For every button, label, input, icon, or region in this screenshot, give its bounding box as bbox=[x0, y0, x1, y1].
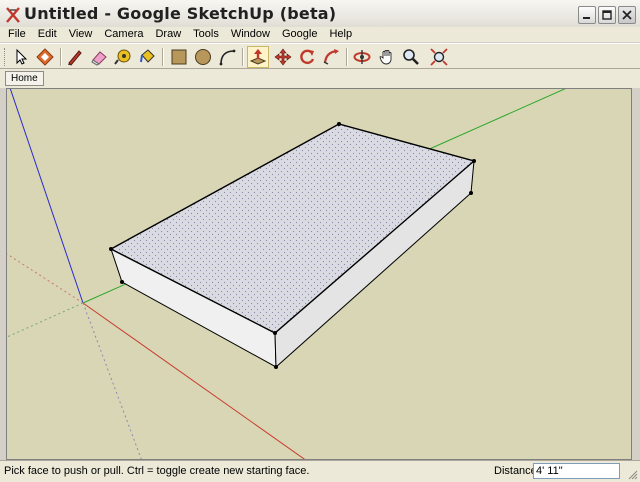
toolbar-separator bbox=[60, 48, 62, 66]
pencil-line-icon bbox=[68, 50, 82, 66]
arc-tool-button[interactable] bbox=[216, 46, 238, 68]
paint-bucket-icon bbox=[140, 49, 155, 63]
paint-bucket-tool-button[interactable] bbox=[136, 46, 158, 68]
toolbar-grip[interactable] bbox=[4, 48, 7, 66]
green-axis-negative bbox=[7, 302, 84, 338]
zoom-tool-button[interactable] bbox=[400, 46, 422, 68]
status-message: Pick face to push or pull. Ctrl = toggle… bbox=[4, 465, 310, 477]
move-icon bbox=[274, 48, 292, 66]
make-component-button[interactable] bbox=[34, 46, 56, 68]
select-arrow-icon bbox=[16, 49, 28, 65]
rectangle-tool-button[interactable] bbox=[168, 46, 190, 68]
menu-camera[interactable]: Camera bbox=[98, 28, 149, 41]
box-vertex bbox=[472, 159, 476, 163]
rotate-icon bbox=[300, 49, 315, 65]
maximize-button[interactable] bbox=[598, 6, 616, 24]
toolbar-separator bbox=[346, 48, 348, 66]
red-axis-negative bbox=[7, 253, 84, 304]
close-button[interactable] bbox=[618, 6, 636, 24]
zoom-extents-icon bbox=[430, 48, 448, 66]
window-frame-right bbox=[632, 88, 640, 460]
model-canvas[interactable] bbox=[7, 89, 632, 460]
pan-hand-icon bbox=[379, 50, 392, 65]
menu-view[interactable]: View bbox=[63, 28, 99, 41]
sketchup-logo-icon bbox=[6, 7, 20, 23]
follow-me-icon bbox=[323, 49, 339, 65]
toolbar-separator bbox=[242, 48, 244, 66]
rotate-tool-button[interactable] bbox=[296, 46, 318, 68]
minimize-button[interactable] bbox=[578, 6, 596, 24]
box-vertex bbox=[469, 191, 473, 195]
maximize-icon bbox=[602, 10, 612, 20]
measurement-input[interactable]: 4' 11" bbox=[533, 463, 620, 479]
tape-measure-icon bbox=[114, 49, 131, 65]
menu-file[interactable]: File bbox=[2, 28, 32, 41]
push-pull-icon bbox=[249, 49, 267, 65]
measurement-label: Distance bbox=[494, 465, 537, 477]
zoom-extents-tool-button[interactable] bbox=[428, 46, 450, 68]
toolbar-separator bbox=[162, 48, 164, 66]
main-toolbar bbox=[0, 43, 640, 69]
status-bar: Pick face to push or pull. Ctrl = toggle… bbox=[0, 460, 640, 482]
box-vertex bbox=[273, 331, 277, 335]
menu-google[interactable]: Google bbox=[276, 28, 323, 41]
pan-tool-button[interactable] bbox=[376, 46, 398, 68]
minimize-icon bbox=[583, 17, 590, 19]
menu-edit[interactable]: Edit bbox=[32, 28, 63, 41]
orbit-icon bbox=[353, 50, 371, 64]
box-vertex bbox=[274, 365, 278, 369]
box-vertex bbox=[109, 247, 113, 251]
scene-tab-home[interactable]: Home bbox=[5, 71, 44, 86]
window-title: Untitled - Google SketchUp (beta) bbox=[24, 4, 337, 23]
zoom-icon bbox=[403, 49, 419, 65]
follow-me-tool-button[interactable] bbox=[320, 46, 342, 68]
scenes-bar: Home bbox=[0, 69, 640, 88]
rectangle-icon bbox=[171, 49, 187, 65]
title-bar[interactable]: Untitled - Google SketchUp (beta) bbox=[0, 0, 640, 30]
make-component-icon bbox=[36, 48, 54, 66]
orbit-tool-button[interactable] bbox=[351, 46, 373, 68]
resize-grip-icon[interactable] bbox=[626, 468, 638, 480]
menu-bar: File Edit View Camera Draw Tools Window … bbox=[0, 27, 640, 42]
drawing-viewport[interactable] bbox=[6, 88, 632, 460]
push-pull-tool-button[interactable] bbox=[247, 46, 269, 68]
box-vertex bbox=[337, 122, 341, 126]
eraser-tool-button[interactable] bbox=[88, 46, 110, 68]
menu-tools[interactable]: Tools bbox=[187, 28, 225, 41]
menu-help[interactable]: Help bbox=[323, 28, 358, 41]
arc-icon bbox=[219, 49, 236, 66]
move-tool-button[interactable] bbox=[272, 46, 294, 68]
circle-icon bbox=[195, 49, 211, 65]
tape-measure-tool-button[interactable] bbox=[112, 46, 134, 68]
blue-axis bbox=[9, 89, 84, 304]
blue-axis-negative bbox=[82, 302, 142, 459]
line-tool-button[interactable] bbox=[64, 46, 86, 68]
close-icon bbox=[622, 10, 632, 20]
circle-tool-button[interactable] bbox=[192, 46, 214, 68]
menu-window[interactable]: Window bbox=[225, 28, 276, 41]
select-tool-button[interactable] bbox=[10, 46, 32, 68]
box-vertex bbox=[120, 280, 124, 284]
menu-draw[interactable]: Draw bbox=[149, 28, 187, 41]
eraser-icon bbox=[91, 51, 107, 66]
